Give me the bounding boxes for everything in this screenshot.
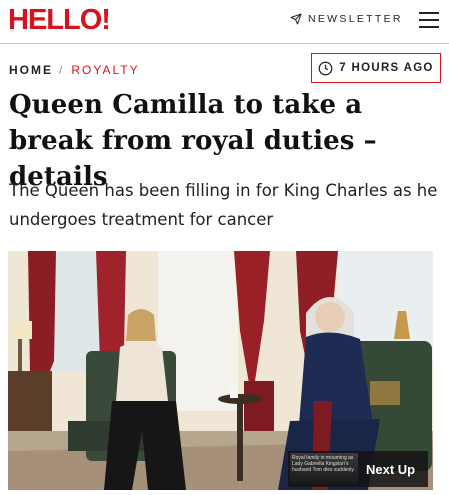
clock-icon: [318, 61, 333, 75]
paper-plane-icon: [290, 13, 302, 25]
hamburger-menu-icon[interactable]: [419, 12, 439, 28]
hello-logo[interactable]: HELLO!: [8, 4, 111, 37]
timestamp-text: 7 HOURS AGO: [339, 62, 434, 74]
next-up-label[interactable]: Next Up: [366, 462, 415, 477]
breadcrumb: HOME / ROYALTY: [9, 63, 140, 77]
next-up-thumbnail[interactable]: Royal family in mourning as Lady Gabriel…: [290, 453, 358, 485]
newsletter-link[interactable]: NEWSLETTER: [290, 13, 403, 25]
site-header: HELLO! NEWSLETTER: [0, 0, 449, 44]
article-standfirst: The Queen has been filling in for King C…: [9, 181, 438, 229]
newsletter-label: NEWSLETTER: [308, 13, 403, 25]
breadcrumb-royalty[interactable]: ROYALTY: [71, 63, 139, 77]
breadcrumb-home[interactable]: HOME: [9, 63, 53, 77]
next-up-widget[interactable]: Royal family in mourning as Lady Gabriel…: [288, 451, 428, 487]
timestamp-badge: 7 HOURS AGO: [311, 53, 441, 83]
breadcrumb-separator: /: [59, 63, 65, 77]
